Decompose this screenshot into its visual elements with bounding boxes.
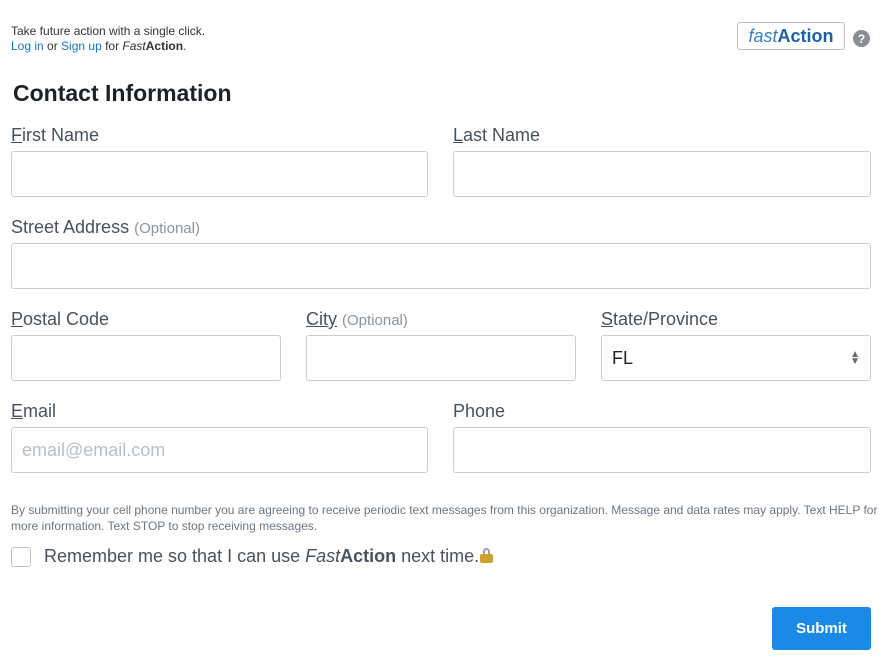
email-field: Email email@email.com	[11, 400, 428, 473]
section-title: Contact Information	[13, 80, 232, 106]
phone-label: Phone	[453, 401, 506, 421]
state-province-field: State/Province FL ▲ ▼	[601, 308, 871, 381]
sms-disclaimer: By submitting your cell phone number you…	[11, 503, 878, 533]
remember-me-label[interactable]: Remember me so that I can use FastAction…	[44, 546, 494, 567]
last-name-label: Last Name	[453, 125, 541, 145]
promo-for: for	[101, 39, 123, 53]
login-link[interactable]: Log in	[11, 39, 44, 53]
first-name-input[interactable]	[11, 151, 428, 197]
promo-or: or	[43, 39, 62, 53]
postal-code-field: Postal Code	[11, 308, 281, 381]
optional-hint: (Optional)	[134, 220, 200, 237]
state-province-select[interactable]: FL ▲ ▼	[601, 335, 871, 381]
last-name-input[interactable]	[453, 151, 871, 197]
city-label: City (Optional)	[306, 309, 408, 329]
first-name-field: First Name	[11, 124, 428, 197]
street-address-label: Street Address (Optional)	[11, 217, 200, 237]
promo-line: Take future action with a single click.	[11, 24, 206, 38]
last-name-field: Last Name	[453, 124, 871, 197]
phone-input[interactable]	[453, 427, 871, 473]
chevron-up-down-icon: ▲ ▼	[850, 349, 860, 367]
logo-fast: fast	[748, 25, 778, 46]
email-label: Email	[11, 401, 57, 421]
first-name-label: First Name	[11, 125, 100, 145]
signup-link[interactable]: Sign up	[61, 39, 102, 53]
promo-period: .	[183, 39, 187, 53]
city-input[interactable]	[306, 335, 576, 381]
remember-me-row: Remember me so that I can use FastAction…	[11, 546, 494, 567]
promo-brand-italic: Fast	[122, 39, 146, 53]
promo-brand-bold: Action	[145, 39, 184, 53]
phone-field: Phone	[453, 400, 871, 473]
postal-code-label: Postal Code	[11, 309, 110, 329]
email-placeholder: email@email.com	[22, 439, 166, 460]
optional-hint: (Optional)	[342, 312, 408, 329]
city-field: City (Optional)	[306, 308, 576, 381]
help-icon[interactable]: ?	[853, 30, 870, 47]
street-address-input[interactable]	[11, 243, 871, 289]
remember-me-checkbox[interactable]	[11, 546, 31, 567]
lock-icon	[480, 548, 494, 563]
fastaction-promo: Take future action with a single click. …	[11, 24, 205, 54]
logo-action: Action	[777, 25, 834, 46]
email-input[interactable]: email@email.com	[11, 427, 428, 473]
state-province-label: State/Province	[601, 309, 719, 329]
submit-button[interactable]: Submit	[772, 607, 871, 650]
street-address-field: Street Address (Optional)	[11, 216, 871, 289]
postal-code-input[interactable]	[11, 335, 281, 381]
state-selected-value: FL	[612, 347, 634, 368]
fastaction-logo[interactable]: fast Action	[737, 22, 845, 50]
